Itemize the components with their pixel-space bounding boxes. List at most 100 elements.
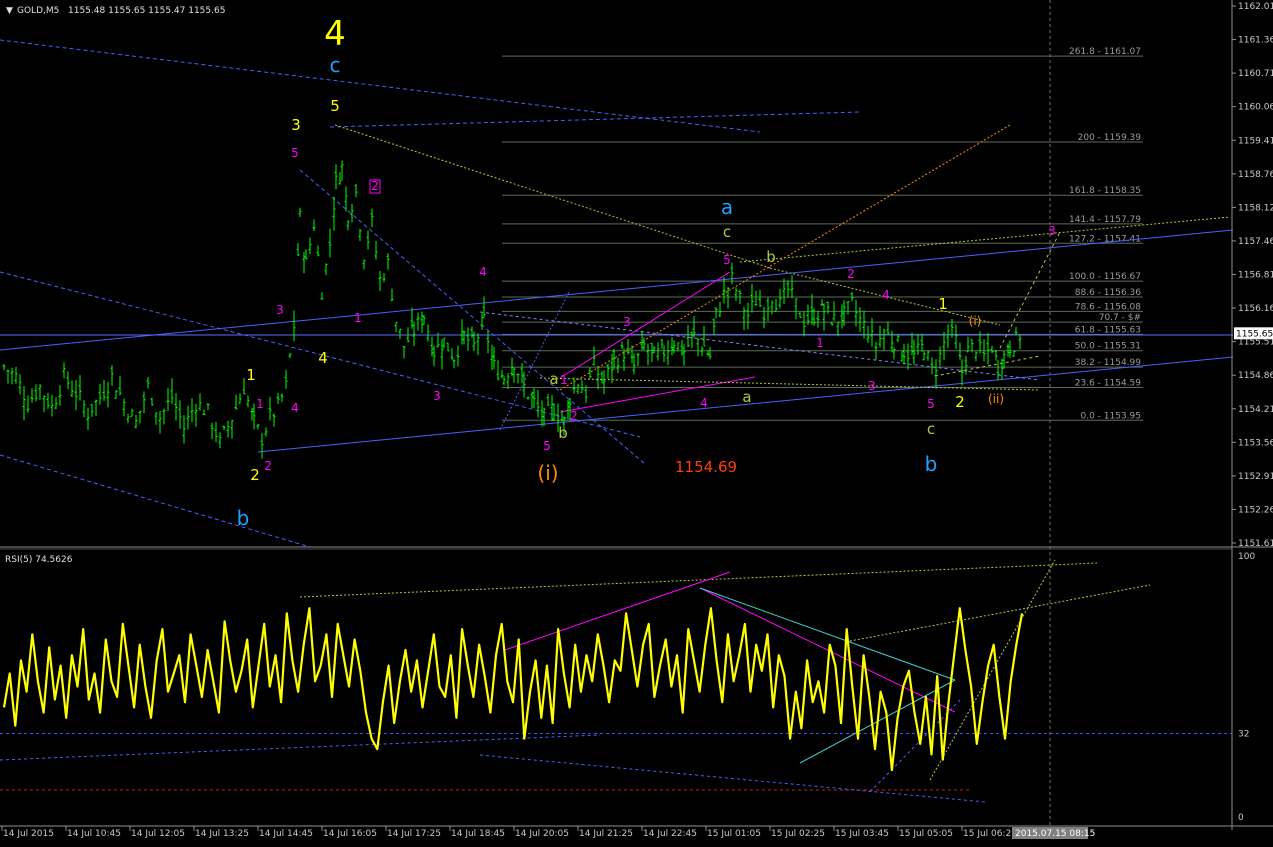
rsi-trend-line [699,587,956,713]
wave-label: a [742,388,751,406]
wave-label: b [925,452,938,476]
wave-label: b [558,424,568,442]
rsi-trend-line [0,734,601,761]
wave-label: b [766,248,776,266]
wave-label: 4 [700,396,708,410]
wave-label: 1 [256,397,264,411]
wave-label: 5 [291,146,299,160]
x-tick-label: 14 Jul 10:45 [67,829,121,839]
y-tick-label: 1160.71 [1238,69,1273,79]
wave-label: 5 [543,439,551,453]
fib-level-label: 61.8 - 1155.63 [1075,325,1141,335]
x-tick-label: 14 Jul 16:05 [323,829,377,839]
rsi-trend-line [849,584,1151,642]
wave-label: (i) [537,461,558,485]
fib-level-label: 23.6 - 1154.59 [1075,379,1141,389]
y-tick-label: 1160.06 [1238,103,1273,113]
y-tick-label: 1161.36 [1238,36,1273,46]
fib-level-label: 50.0 - 1155.31 [1075,342,1141,352]
wave-label: (ii) [988,392,1004,406]
rsi-pane [0,548,1232,803]
y-tick-label: 1151.61 [1238,539,1273,549]
x-tick-label: 14 Jul 17:25 [387,829,441,839]
x-tick-label: 15 Jul 03:45 [835,829,889,839]
y-tick-label: 1159.41 [1238,136,1273,146]
symbol-triangle-icon: ▼ [6,6,13,16]
current-price-label: 1155.65 [1236,329,1273,339]
y-tick-label: 1154.86 [1238,371,1273,381]
wave-label: 2 [955,393,965,411]
fib-level-label: 200 - 1159.39 [1078,133,1142,143]
chart-canvas: 261.8 - 1161.07 200 - 1159.39 161.8 - 1158… [0,0,1273,839]
y-tick-label: 1156.81 [1238,271,1273,281]
y-tick-label: 1162.01 [1238,2,1273,12]
x-tick-label: 14 Jul 21:25 [579,829,633,839]
wave-label: 3 [276,303,284,317]
rsi-y-tick-label: 100 [1238,552,1255,562]
wave-label: 4 [318,349,328,367]
wave-label: b [237,506,250,530]
fib-level-label: 261.8 - 1161.07 [1069,47,1141,57]
y-tick-label: 1153.56 [1238,438,1273,448]
rsi-line [2,607,1024,772]
y-tick-label: 1152.26 [1238,505,1273,515]
wave-label: 2 [250,466,260,484]
x-tick-label: 14 Jul 18:45 [451,829,505,839]
y-tick-label: 1157.46 [1238,237,1273,247]
y-tick-label: 1154.21 [1238,405,1273,415]
wave-label: 3 [623,315,631,329]
wave-label: 2 [570,409,578,423]
cursor-time-label: 2015.07.15 08:15 [1015,829,1095,839]
x-tick-label: 14 Jul 13:25 [195,829,249,839]
wave-label: 1 [938,295,948,313]
y-tick-label: 1158.76 [1238,170,1273,180]
rsi-trend-line [929,559,1056,781]
fib-level-label: 78.6 - 1156.08 [1075,302,1141,312]
wave-label: 3 [291,116,301,134]
fib-level-label: 100.0 - 1156.67 [1069,272,1141,282]
wave-label: 5 [927,397,935,411]
y-tick-label: 1156.16 [1238,304,1273,314]
wave-label: 5 [330,97,340,115]
wave-label: 3 [433,389,441,403]
y-tick-label: 1158.12 [1238,203,1273,213]
wave-label: 2 [847,267,855,281]
wave-label: a [721,195,733,219]
price-note: 1154.69 [675,458,737,476]
rsi-y-tick-label: 32 [1238,729,1249,739]
x-tick-label: 15 Jul 01:05 [707,829,761,839]
wave-label: 4 [882,288,890,302]
wave-label: 2 [264,459,272,473]
wave-label: (i) [969,314,982,328]
fib-level-label: 0.0 - 1153.95 [1081,411,1142,421]
wave-label: 1 [354,311,362,325]
indicator-title: RSI(5) 74.5626 [5,555,73,565]
rsi-y-tick-label: 0 [1238,813,1244,823]
wave-label: 1 [816,336,824,350]
x-tick-label: 14 Jul 22:45 [643,829,697,839]
x-tick-label: 15 Jul 05:05 [899,829,953,839]
wave-label: c [723,223,731,241]
ohlc-readout: 1155.48 1155.65 1155.47 1155.65 [68,6,225,16]
wave-label: c [330,53,341,77]
x-tick-label: 15 Jul 06:25 [963,829,1017,839]
wave-label: c [927,420,935,438]
rsi-trend-line [299,562,1098,598]
x-tick-label: 14 Jul 20:05 [515,829,569,839]
wave-label: 1 [246,366,256,384]
y-tick-label: 1152.91 [1238,472,1273,482]
x-tick-label: 14 Jul 12:05 [131,829,185,839]
wave-label: 3 [868,379,876,393]
wave-label: 4 [324,14,346,54]
x-tick-label: 14 Jul 14:45 [259,829,313,839]
wave-label: 3 [1048,224,1056,238]
fib-level-label: 70.7 - $# [1099,313,1141,323]
main-pane-background [0,0,1232,547]
fib-level-label: 161.8 - 1158.35 [1069,186,1141,196]
wave-label: 1 [560,373,568,387]
wave-label: 4 [291,401,299,415]
x-tick-label: 15 Jul 02:25 [771,829,825,839]
rsi-trend-line [479,754,986,803]
fib-level-label: 141.4 - 1157.79 [1069,215,1141,225]
wave-label: 5 [723,253,731,267]
